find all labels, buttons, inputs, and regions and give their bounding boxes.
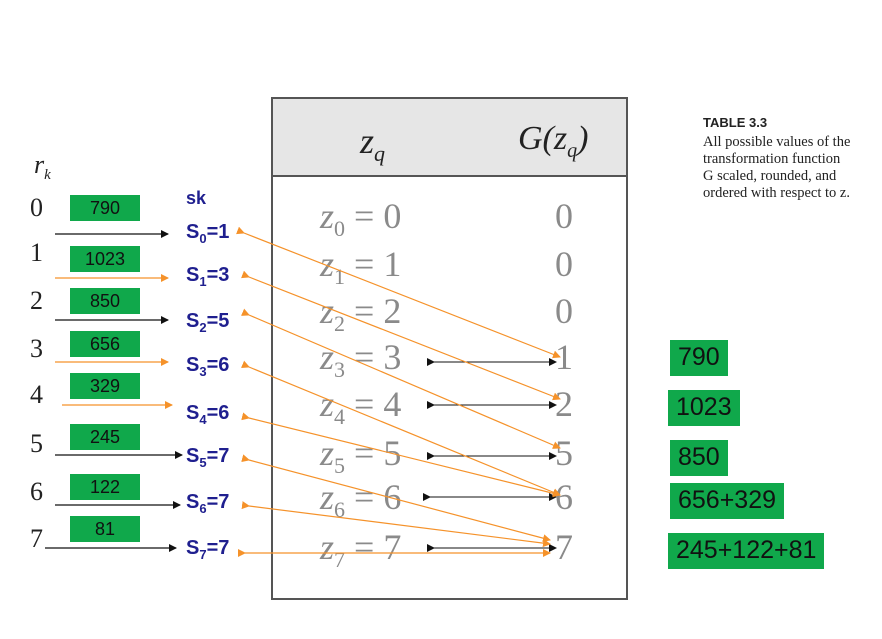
s-to-g-arrow: [236, 226, 561, 359]
s-to-g-arrow: [240, 308, 561, 449]
mapping-arrows: [45, 226, 561, 557]
s-to-g-arrow: [241, 501, 551, 548]
s-to-g-arrow: [241, 270, 561, 401]
s-to-g-arrow: [241, 360, 561, 497]
